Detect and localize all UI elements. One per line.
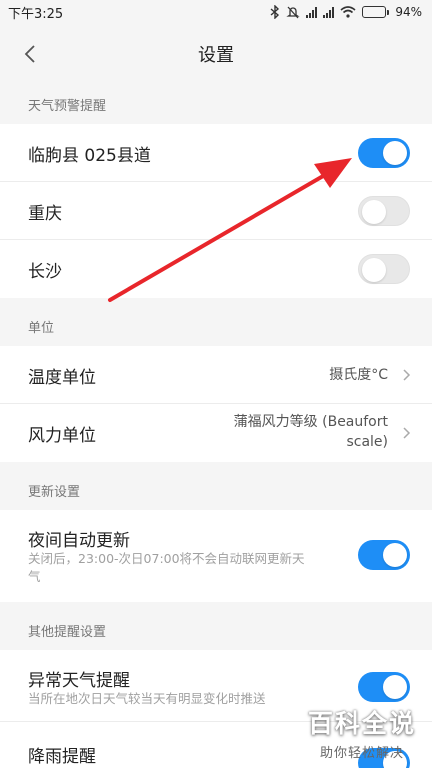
item-description: 当所在地次日天气较当天有明显变化时推送 [28,691,266,706]
watermark-title: 百科全说 [307,709,416,738]
list-item-warning-location-2[interactable]: 重庆 [0,182,432,240]
wind-unit-value-line1: 蒲福风力等级 (Beaufort [233,414,388,430]
chevron-left-icon [24,45,35,63]
toggle-switch-location-3[interactable] [358,254,410,284]
item-label: 长沙 [28,262,62,282]
status-time: 下午3:25 [8,6,64,22]
item-label: 异常天气提醒 [28,671,130,691]
section-header-units: 单位 [0,306,432,346]
item-description-line2: 气 [28,569,41,584]
wifi-icon [340,6,356,18]
item-label: 临朐县 025县道 [28,146,151,166]
wind-unit-value: 蒲福风力等级 (Beaufort scale) [234,412,388,452]
page-title: 设置 [198,45,234,66]
bluetooth-icon [270,5,280,19]
toggle-knob [383,141,407,165]
item-description: 关闭后，23:00-次日07:00将不会自动联网更新天 气 [28,550,358,586]
item-label: 夜间自动更新 [28,531,130,551]
section-header-update: 更新设置 [0,470,432,510]
status-bar: 下午3:25 94% [0,0,432,24]
toggle-knob [362,200,386,224]
toggle-knob [362,258,386,282]
list-item-wind-unit[interactable]: 风力单位 蒲福风力等级 (Beaufort scale) [0,404,432,462]
battery-icon [362,6,390,18]
list-item-warning-location-1[interactable]: 临朐县 025县道 [0,124,432,182]
status-icons: 94% [270,5,422,19]
toggle-switch-location-2[interactable] [358,196,410,226]
list-item-warning-location-3[interactable]: 长沙 [0,240,432,298]
chevron-right-icon [403,427,411,439]
signal-icon [306,6,318,18]
watermark-subtitle: 助你轻松解决 [319,746,404,761]
battery-percent: 94% [395,5,422,19]
toggle-switch-abnormal-weather[interactable] [358,672,410,702]
item-label: 风力单位 [28,426,96,446]
mute-bell-icon [286,6,300,19]
toggle-switch-location-1[interactable] [358,138,410,168]
item-description-line1: 关闭后，23:00-次日07:00将不会自动联网更新天 [28,551,305,566]
toggle-knob [383,543,407,567]
toggle-switch-night-update[interactable] [358,540,410,570]
section-header-other: 其他提醒设置 [0,610,432,650]
chevron-right-icon [403,369,411,381]
toggle-knob [383,675,407,699]
item-label: 温度单位 [28,368,96,388]
back-button[interactable] [16,40,44,68]
item-label: 降雨提醒 [28,747,96,767]
nav-bar: 设置 [0,24,432,84]
list-item-temperature-unit[interactable]: 温度单位 摄氏度°C [0,346,432,404]
list-item-night-auto-update[interactable]: 夜间自动更新 关闭后，23:00-次日07:00将不会自动联网更新天 气 [0,510,432,602]
item-label: 重庆 [28,204,62,224]
temperature-unit-value: 摄氏度°C [329,367,388,383]
wind-unit-value-line2: scale) [346,434,388,450]
watermark-logo: 百科全说 助你轻松解决 [302,704,422,764]
section-header-weather-warning: 天气预警提醒 [0,84,432,124]
signal-icon-2 [323,6,335,18]
